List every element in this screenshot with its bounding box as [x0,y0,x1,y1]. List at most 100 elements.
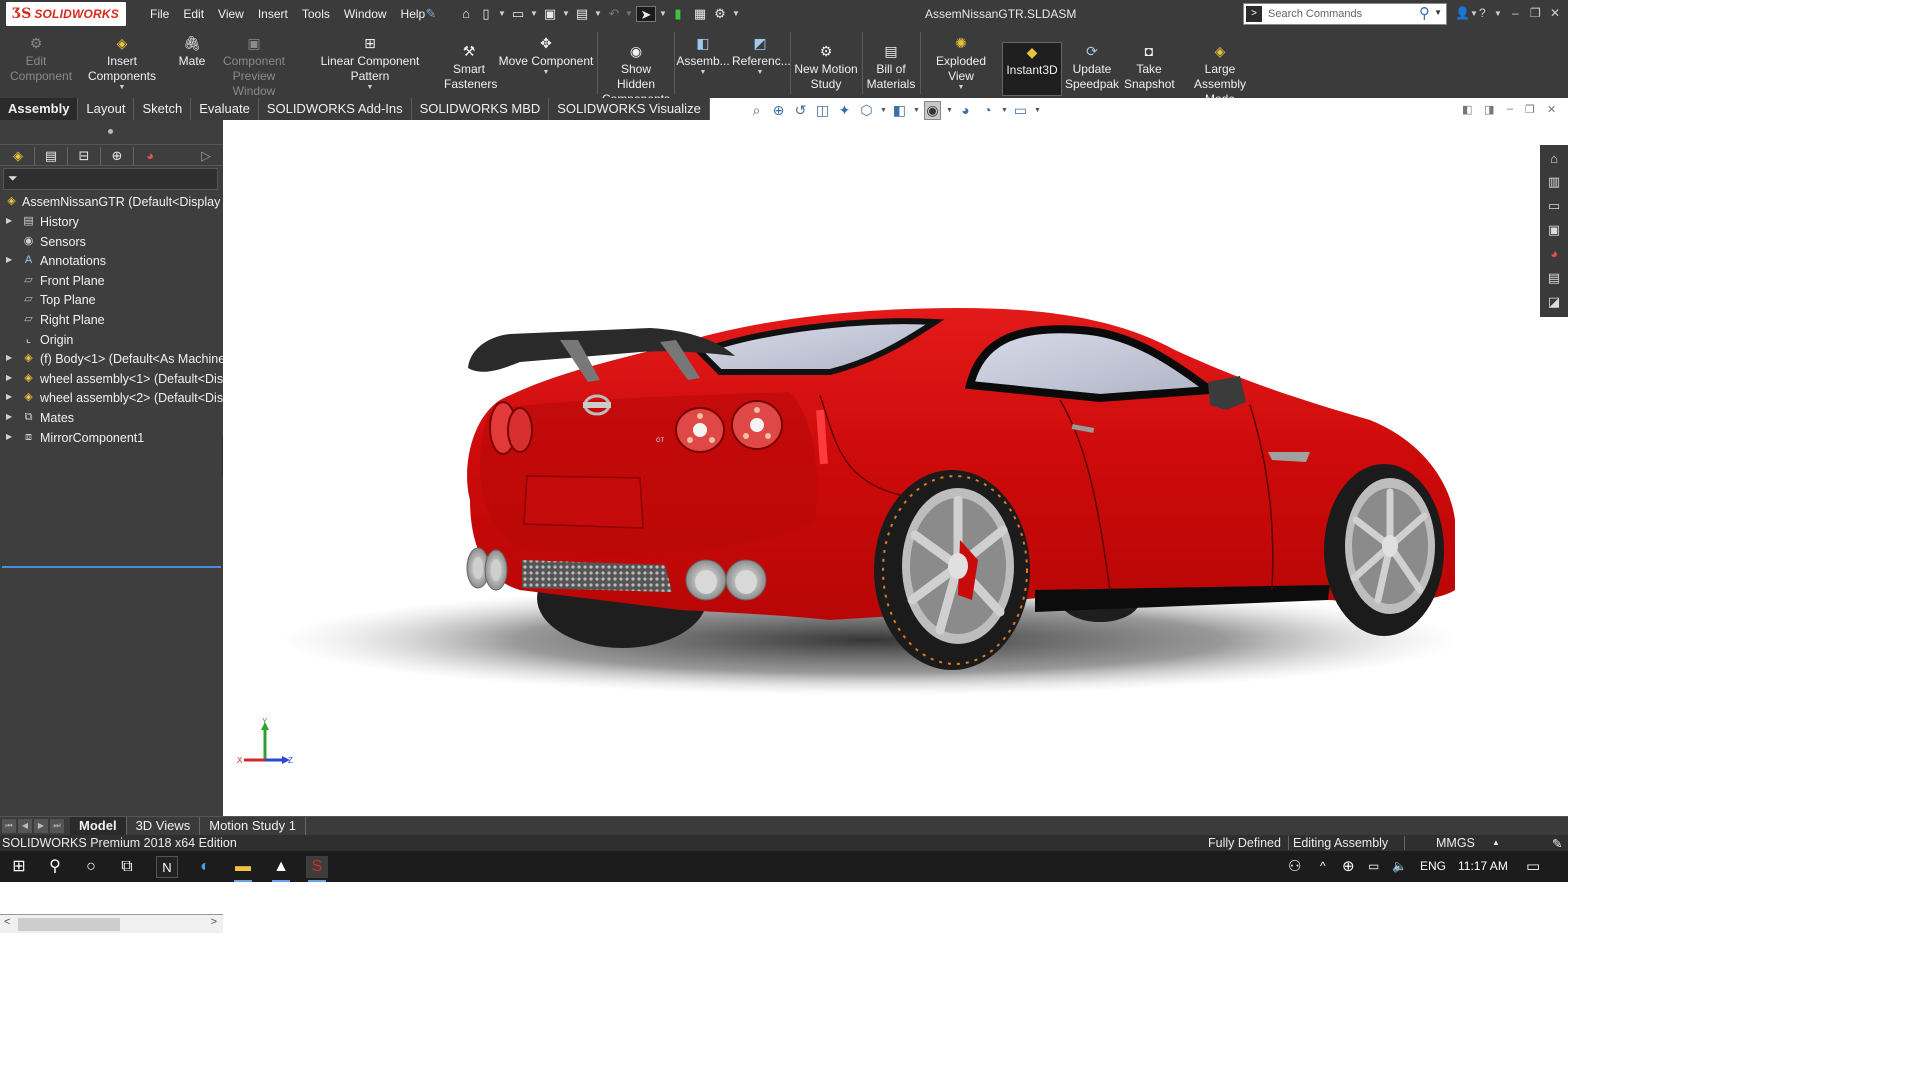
menu-file[interactable]: File [143,7,176,21]
file-explorer-icon[interactable]: ▭ [1545,197,1563,215]
appearances-icon[interactable]: ◕ [1545,245,1563,263]
tree-horizontal-scrollbar[interactable]: < > [0,914,223,933]
solidworks-logo[interactable]: ƷS SOLIDWORKS [6,2,126,26]
tab-motion-study-1[interactable]: Motion Study 1 [200,817,306,836]
file-explorer-icon[interactable]: ▬ [232,856,254,882]
undo-icon[interactable]: ↶ [606,6,622,22]
tab-3d-views[interactable]: 3D Views [127,817,201,836]
view-settings-icon[interactable]: ▭ [1012,102,1029,119]
nissan-gtr-model[interactable]: GT [223,120,1540,816]
onenote-icon[interactable]: N [156,856,178,878]
viewport-tile-right-icon[interactable]: ◨ [1484,103,1494,116]
new-dropdown-icon[interactable]: ▼ [498,6,506,22]
tree-root[interactable]: ◈ AssemNissanGTR (Default<Display S [0,193,223,212]
edit-appearance-icon[interactable]: ◕ [957,102,974,118]
edge-browser-icon[interactable]: ◐ [194,856,216,878]
scroll-left-icon[interactable]: < [4,916,10,928]
solidworks-taskbar-icon[interactable]: S [306,856,328,882]
insert-components-button[interactable]: ◈ Insert Components ▼ [72,34,172,92]
hide-show-dropdown-icon[interactable]: ▼ [946,107,953,114]
previous-view-icon[interactable]: ↺ [792,102,809,119]
menu-insert[interactable]: Insert [251,7,295,21]
viewport-tile-left-icon[interactable]: ◧ [1462,103,1472,116]
propertymanager-tab-icon[interactable]: ▤ [35,147,67,165]
open-dropdown-icon[interactable]: ▼ [530,6,538,22]
viewport-close-icon[interactable]: ✕ [1547,103,1556,116]
dimxpertmanager-tab-icon[interactable]: ⊕ [101,147,133,165]
search-input[interactable]: Search Commands [1268,8,1362,20]
next-tab-icon[interactable]: ▶ [34,819,48,833]
tab-model[interactable]: Model [70,817,127,836]
select-cursor-icon[interactable]: ➤ [636,6,656,22]
units-selector[interactable]: MMGS [1436,836,1475,850]
move-component-button[interactable]: ✥ Move Component ▼ [498,34,594,77]
move-component-dropdown-icon[interactable]: ▼ [498,69,594,77]
search-dropdown-icon[interactable]: ▼ [1434,8,1442,17]
tree-item[interactable]: ▶ ▤ History [0,213,223,232]
new-motion-study-button[interactable]: ⚙ New Motion Study [792,42,860,92]
expand-arrow-icon[interactable]: ▶ [6,412,12,421]
zoom-to-area-icon[interactable]: ⊕ [770,102,787,119]
first-tab-icon[interactable]: ⏮ [2,819,16,833]
featuremanager-tab-icon[interactable]: ◈ [2,147,34,165]
tab-sketch[interactable]: Sketch [134,98,192,120]
tree-item[interactable]: ▶ ◈ wheel assembly<1> (Default<Dis [0,370,223,389]
prev-tab-icon[interactable]: ◀ [18,819,32,833]
minimize-icon[interactable]: – [1512,6,1519,20]
section-view-icon[interactable]: ◫ [814,102,831,119]
tab-visualize[interactable]: SOLIDWORKS Visualize [549,98,710,120]
hide-show-items-icon[interactable]: ◉ [924,100,941,120]
pane-grip[interactable] [108,129,113,134]
volume-icon[interactable]: 🔈 [1392,859,1407,873]
account-dropdown-icon[interactable]: ▼ [1470,9,1478,18]
edit-component-button[interactable]: ⚙ Edit Component [4,34,72,84]
print-dropdown-icon[interactable]: ▼ [594,6,602,22]
component-preview-window-button[interactable]: ▣ Component Preview Window [210,34,298,99]
network-icon[interactable]: ⊕ [1342,857,1355,875]
exploded-view-button[interactable]: ✺ Exploded View ▼ [922,34,1000,92]
scroll-thumb[interactable] [18,918,120,931]
tab-evaluate[interactable]: Evaluate [191,98,259,120]
display-style-dropdown-icon[interactable]: ▼ [913,107,920,114]
home-icon[interactable]: ⌂ [458,6,474,22]
expand-tabs-icon[interactable]: ▷ [196,147,216,165]
expand-arrow-icon[interactable]: ▶ [6,392,12,401]
photos-icon[interactable]: ▲ [270,856,292,882]
tree-item[interactable]: ◉ Sensors [0,233,223,252]
clock[interactable]: 11:17 AM [1458,859,1508,873]
tab-addins[interactable]: SOLIDWORKS Add-Ins [259,98,412,120]
tree-item[interactable]: ⌞ Origin [0,331,223,350]
view-orientation-dropdown-icon[interactable]: ▼ [880,107,887,114]
save-icon[interactable]: ▣ [542,6,558,22]
display-style-icon[interactable]: ◧ [891,102,908,119]
options-gear-icon[interactable]: ⚙ [712,6,728,22]
tab-mbd[interactable]: SOLIDWORKS MBD [412,98,550,120]
quick-tips-icon[interactable]: ✎ [1552,836,1562,851]
menu-view[interactable]: View [211,7,251,21]
instant3d-button[interactable]: ◆ Instant3D [1002,42,1062,96]
menu-edit[interactable]: Edit [176,7,211,21]
tree-item[interactable]: ▶ ◈ (f) Body<1> (Default<As Machine [0,350,223,369]
save-dropdown-icon[interactable]: ▼ [562,6,570,22]
search-icon[interactable]: ⚲ [44,856,66,878]
restore-icon[interactable]: ❐ [1530,6,1541,20]
tab-assembly[interactable]: Assembly [0,98,79,120]
zoom-to-fit-icon[interactable]: ⌕ [748,102,765,119]
tree-item[interactable]: ▶ ⧈ MirrorComponent1 [0,429,223,448]
windows-start-icon[interactable]: ⊞ [8,856,30,878]
viewport-restore-icon[interactable]: ❐ [1525,103,1535,116]
last-tab-icon[interactable]: ⏭ [50,819,64,833]
scroll-right-icon[interactable]: > [211,916,217,928]
options-dropdown-icon[interactable]: ▼ [732,6,740,22]
displaymanager-tab-icon[interactable]: ◕ [134,147,166,165]
units-up-icon[interactable]: ▲ [1492,838,1500,847]
help-icon[interactable]: ? [1479,6,1486,20]
new-document-icon[interactable]: ▯ [479,6,493,22]
mate-button[interactable]: 🖇 Mate [174,34,210,69]
expand-arrow-icon[interactable]: ▶ [6,353,12,362]
close-icon[interactable]: ✕ [1550,6,1560,20]
smart-fasteners-button[interactable]: ⚒ Smart Fasteners [440,42,498,92]
expand-arrow-icon[interactable]: ▶ [6,216,12,225]
assembly-features-dropdown-icon[interactable]: ▼ [676,69,730,77]
linear-pattern-dropdown-icon[interactable]: ▼ [302,84,438,92]
